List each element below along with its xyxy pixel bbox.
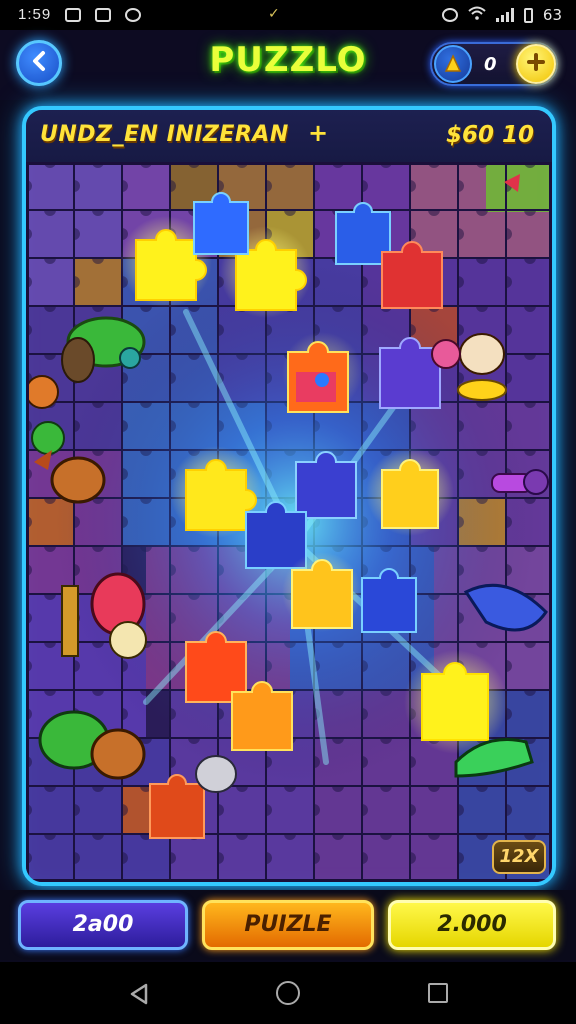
battery-level: 63 [542, 6, 562, 24]
puzzle-board-art [26, 159, 552, 882]
back-button[interactable] [16, 40, 62, 86]
system-nav-bar [0, 962, 576, 1024]
level-plus: + [308, 119, 329, 147]
right-action-button[interactable]: 2.000 [388, 900, 556, 950]
coin-counter: 0 [430, 42, 558, 86]
alarm-icon [441, 8, 458, 22]
signal-icon [495, 8, 514, 22]
coin-icon [434, 45, 472, 83]
action-bar: 2a00 PUIZLE 2.000 [0, 890, 576, 960]
wifi-icon [468, 6, 486, 24]
circle-home-icon[interactable] [276, 981, 300, 1005]
game-header: PUZZLO 0 [0, 30, 576, 100]
puzzle-panel: UNDZ_EN INIZERAN + $60 10 12X [22, 106, 556, 886]
panel-header: UNDZ_EN INIZERAN + $60 10 [26, 110, 552, 164]
square-recent-icon[interactable] [428, 983, 448, 1003]
puzzle-board[interactable] [26, 159, 552, 882]
notification-icon [65, 7, 82, 22]
status-time: 1:59 [18, 6, 52, 23]
status-bar: 1:59 ✓ 63 [0, 0, 576, 30]
app-notification-icon: ✓ [268, 6, 280, 22]
notification-icon [125, 7, 142, 22]
triangle-back-icon[interactable] [128, 982, 150, 1010]
battery-icon [523, 7, 533, 23]
level-name: UNDZ_EN INIZERAN [40, 122, 289, 147]
left-action-button[interactable]: 2a00 [18, 900, 188, 950]
game-title: PUZZLO [209, 40, 367, 80]
chevron-left-icon [29, 50, 49, 76]
plus-icon [526, 52, 546, 76]
notification-icon [95, 7, 112, 22]
puzzle-button[interactable]: PUIZLE [202, 900, 374, 950]
multiplier-badge[interactable]: 12X [492, 840, 546, 874]
add-coins-button[interactable] [516, 44, 556, 84]
coin-value: 0 [484, 54, 497, 75]
prize-value: $60 10 [445, 122, 534, 148]
